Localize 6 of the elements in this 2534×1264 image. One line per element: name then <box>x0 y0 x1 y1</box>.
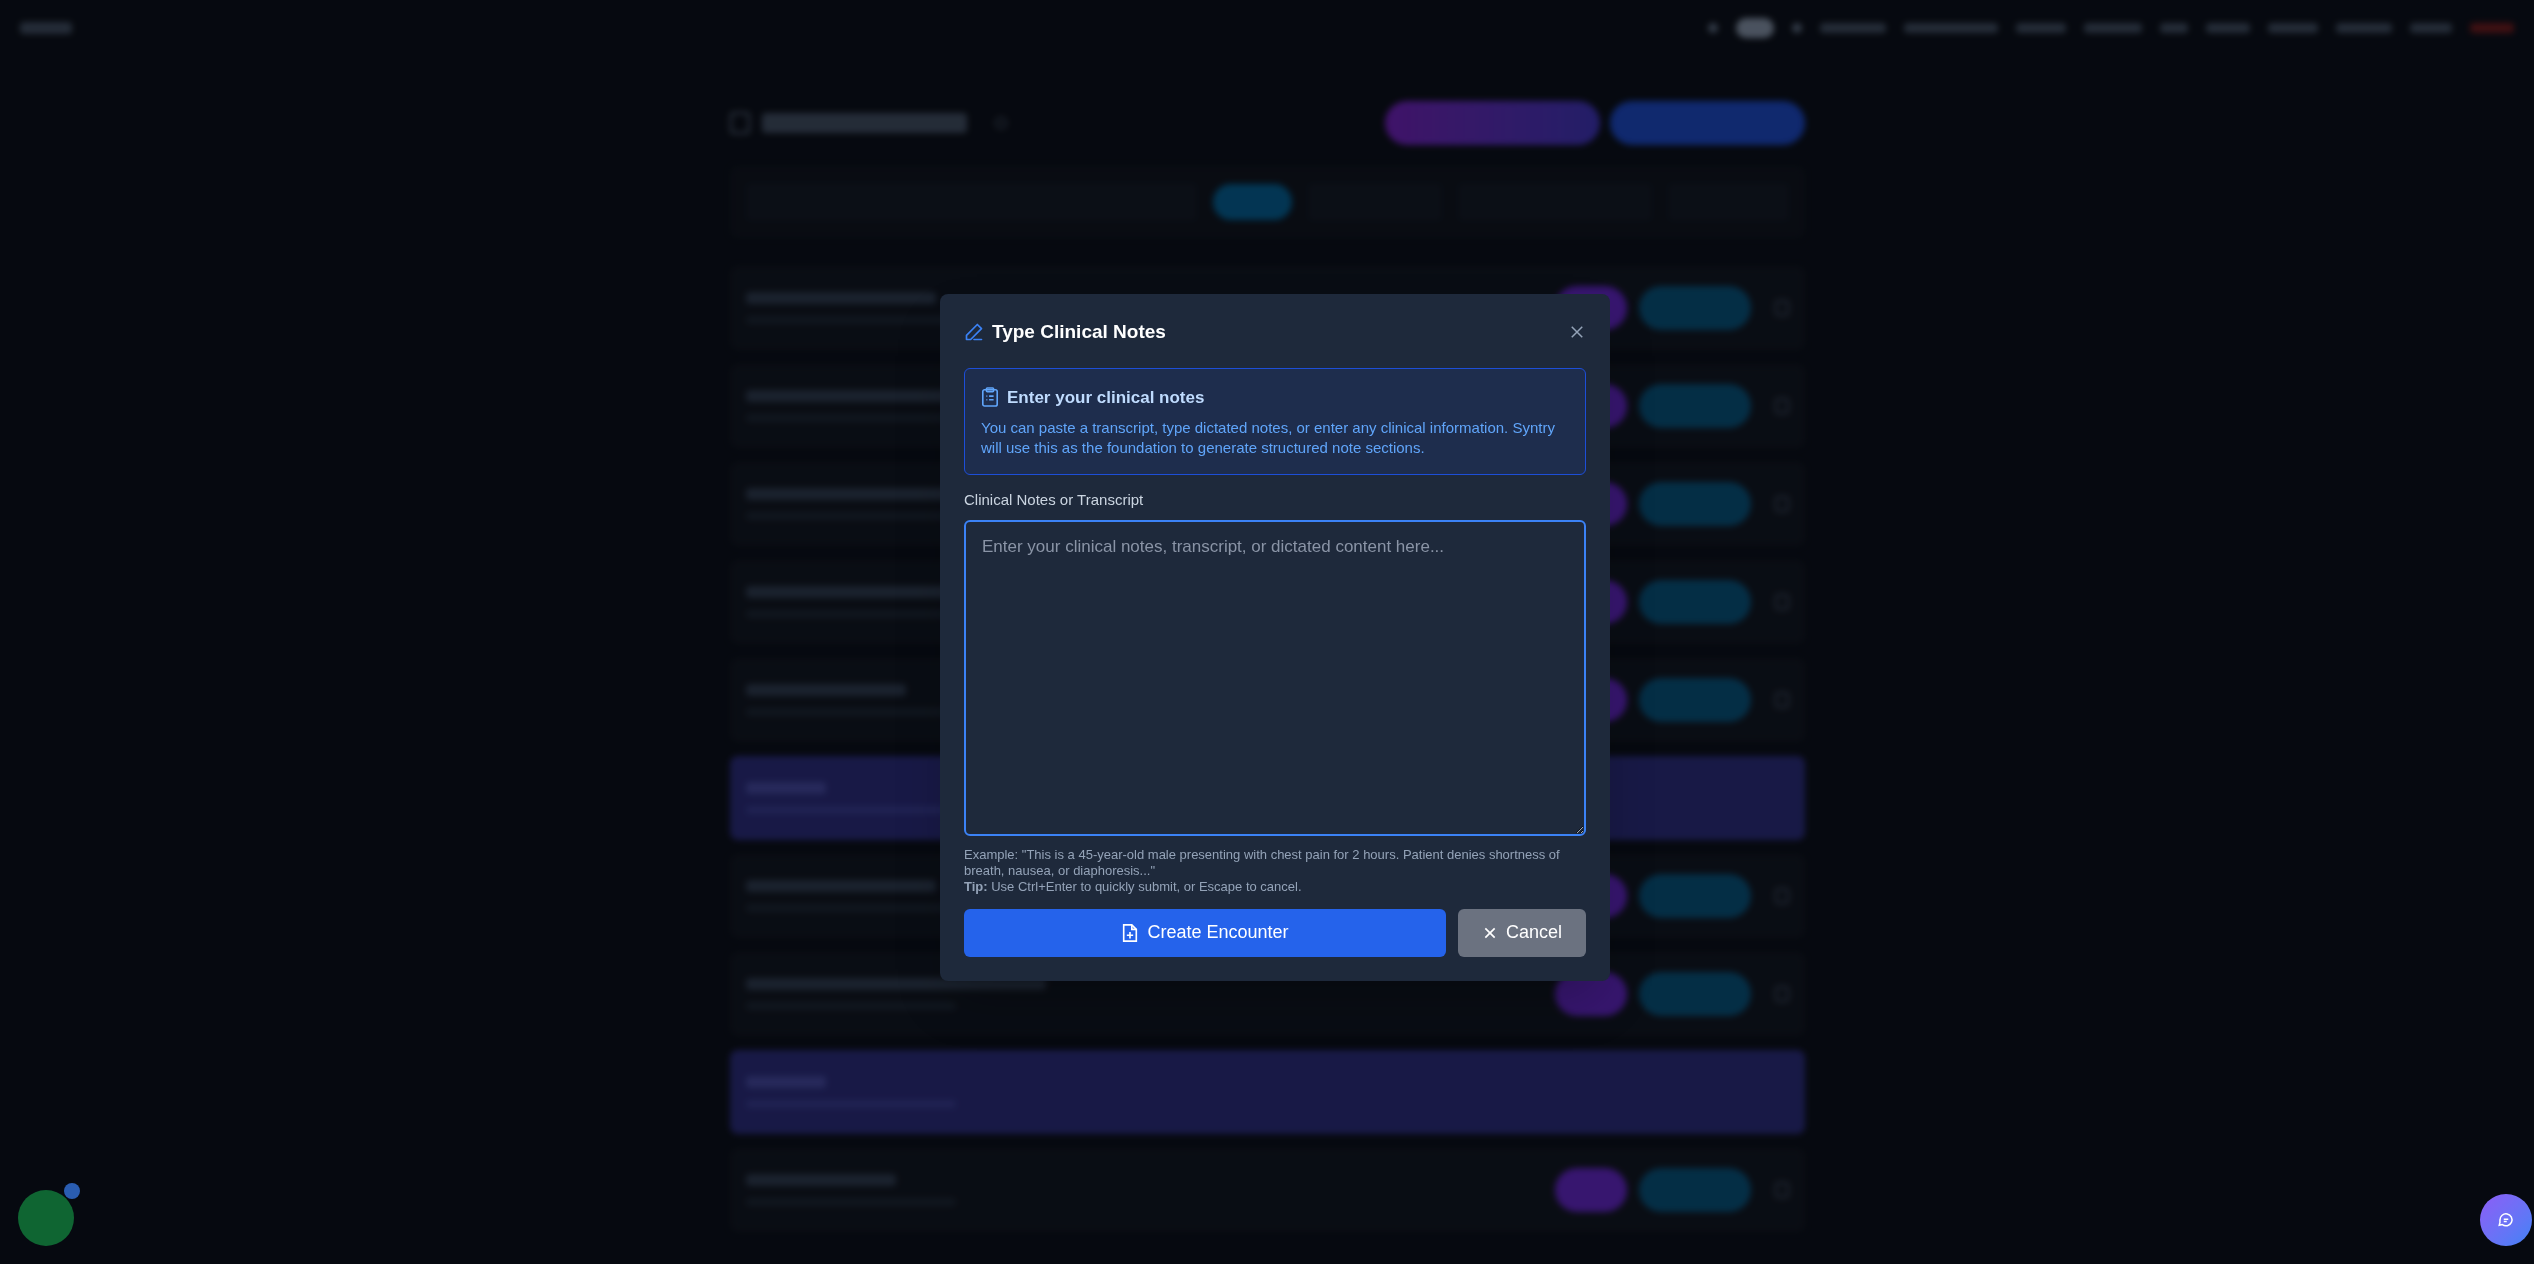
dialog-title: Type Clinical Notes <box>992 320 1166 344</box>
info-text: You can paste a transcript, type dictated notes, or enter any clinical information. Syntry will use this as the foundation to generate structured note sections. <box>981 418 1556 458</box>
field-label: Clinical Notes or Transcript <box>964 490 1145 510</box>
tip-text: Tip: Use Ctrl+Enter to quickly submit, or Escape to cancel. <box>964 878 1303 895</box>
example-text: Example: "This is a 45-year-old male presenting with chest pain for 2 hours. Patient denies shortness of breath, nausea, or diaphoresis..." <box>964 846 1561 879</box>
info-title: Enter your clinical notes <box>1007 386 1205 409</box>
